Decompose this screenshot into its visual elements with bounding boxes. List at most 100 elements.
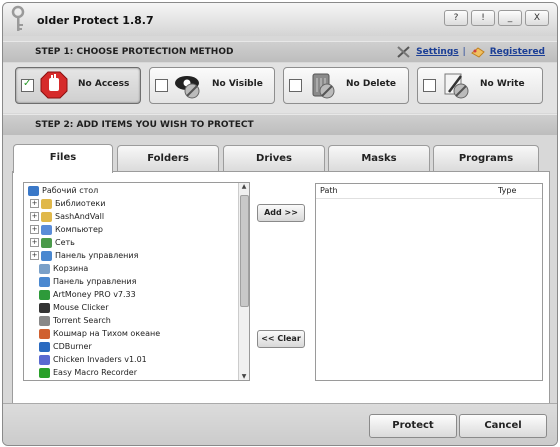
tree-item-label: Torrent Search — [53, 316, 111, 325]
mouse-icon — [39, 302, 50, 313]
tree-item[interactable]: ArtMoney PRO v7.33 — [26, 288, 249, 301]
close-button[interactable]: X — [525, 10, 549, 26]
tree-item-label: Компьютер — [55, 225, 103, 234]
tree-item[interactable]: Кошмар на Тихом океане — [26, 327, 249, 340]
torrent-icon — [39, 315, 50, 326]
no-visible-icon — [175, 76, 200, 99]
cdburner-icon — [39, 341, 50, 352]
protection-methods: No Access No Visible No Delete — [3, 63, 557, 113]
tab-files[interactable]: Files — [13, 144, 113, 173]
expand-toggle[interactable]: + — [30, 225, 39, 234]
tree-item[interactable]: Easy Macro Recorder — [26, 366, 249, 379]
tree-item[interactable]: + Панель управления — [26, 249, 249, 262]
add-button[interactable]: Add >> — [257, 204, 305, 222]
desktop-icon — [28, 185, 39, 196]
no-access-checkbox[interactable] — [21, 78, 34, 92]
scroll-thumb[interactable] — [240, 195, 249, 307]
step2-bar: STEP 2: ADD ITEMS YOU WISH TO PROTECT — [3, 114, 557, 135]
registered-icon — [470, 47, 485, 58]
expand-toggle — [30, 317, 37, 324]
tab-folders[interactable]: Folders — [117, 145, 219, 172]
control-panel-icon — [41, 250, 52, 261]
tree-item-label: Mouse Clicker — [53, 303, 109, 312]
tree-item[interactable]: CDBurner — [26, 340, 249, 353]
scroll-down-arrow[interactable]: ▼ — [240, 373, 248, 380]
artmoney-icon — [39, 289, 50, 300]
tree-item[interactable]: + Сеть — [26, 236, 249, 249]
expand-toggle — [30, 343, 37, 350]
no-delete-icon — [312, 73, 335, 99]
tree-item[interactable]: + SashAndVall — [26, 210, 249, 223]
expand-toggle[interactable]: + — [30, 199, 39, 208]
step1-bar: STEP 1: CHOOSE PROTECTION METHOD Setting… — [3, 41, 557, 62]
step2-label: STEP 2: ADD ITEMS YOU WISH TO PROTECT — [35, 120, 254, 130]
tree-item-label: Рабочий стол — [42, 186, 99, 195]
tree-item[interactable]: Панель управления — [26, 275, 249, 288]
scroll-up-arrow[interactable]: ▲ — [240, 183, 248, 190]
cancel-button[interactable]: Cancel — [459, 414, 547, 438]
tree-item[interactable]: + Библиотеки — [26, 197, 249, 210]
no-delete-checkbox[interactable] — [289, 79, 302, 92]
tree-item-label: Easy Macro Recorder — [53, 368, 138, 377]
tree-item-label: Корзина — [53, 264, 89, 273]
column-path[interactable]: Path — [320, 186, 338, 195]
method-no-access[interactable]: No Access — [15, 67, 141, 104]
method-no-write[interactable]: No Write — [417, 67, 543, 104]
about-button[interactable]: ! — [471, 10, 495, 26]
expand-toggle[interactable]: + — [30, 238, 39, 247]
no-write-label: No Write — [480, 79, 525, 89]
user-folder-icon — [41, 211, 52, 222]
recycle-bin-icon — [39, 263, 50, 274]
tree-item-label: Chicken Invaders v1.01 — [53, 355, 147, 364]
column-type[interactable]: Type — [498, 186, 516, 195]
file-tree[interactable]: Рабочий стол + Библиотеки + SashAndVall + Комп… — [23, 182, 250, 381]
app-window: older Protect 1.8.7 ? ! _ X STEP 1: CHOO… — [2, 2, 558, 446]
clear-button[interactable]: << Clear — [257, 330, 305, 348]
link-separator: | — [462, 47, 466, 57]
tree-item[interactable]: Mouse Clicker — [26, 301, 249, 314]
library-icon — [41, 198, 52, 209]
tree-item-label: ArtMoney PRO v7.33 — [53, 290, 136, 299]
tab-programs[interactable]: Programs — [433, 145, 539, 172]
tree-item[interactable]: Chicken Invaders v1.01 — [26, 353, 249, 366]
game-icon — [39, 328, 50, 339]
key-icon — [11, 5, 25, 31]
help-button[interactable]: ? — [444, 10, 468, 26]
registered-link[interactable]: Registered — [490, 47, 545, 57]
method-no-visible[interactable]: No Visible — [149, 67, 275, 104]
no-visible-label: No Visible — [212, 79, 263, 89]
tree-item-label: CDBurner — [53, 342, 92, 351]
no-write-checkbox[interactable] — [423, 79, 436, 92]
computer-icon — [41, 224, 52, 235]
tools-icon — [397, 46, 410, 58]
title-bar: older Protect 1.8.7 ? ! _ X — [3, 3, 557, 36]
expand-toggle — [30, 278, 37, 285]
expand-toggle — [30, 356, 37, 363]
no-access-label: No Access — [78, 79, 130, 89]
minimize-button[interactable]: _ — [498, 10, 522, 26]
tab-masks[interactable]: Masks — [328, 145, 430, 172]
network-icon — [41, 237, 52, 248]
tree-item[interactable]: Корзина — [26, 262, 249, 275]
method-no-delete[interactable]: No Delete — [283, 67, 409, 104]
macro-icon — [39, 367, 50, 378]
expand-toggle — [30, 330, 37, 337]
expand-toggle — [30, 304, 37, 311]
expand-toggle — [30, 291, 37, 298]
protected-items-list[interactable]: Path Type — [315, 183, 543, 381]
tab-drives[interactable]: Drives — [223, 145, 325, 172]
expand-toggle[interactable]: + — [30, 251, 39, 260]
tree-scrollbar[interactable]: ▲ ▼ — [238, 183, 249, 380]
control-panel-icon — [39, 276, 50, 287]
protect-button[interactable]: Protect — [369, 414, 457, 438]
tree-item[interactable]: Torrent Search — [26, 314, 249, 327]
no-visible-checkbox[interactable] — [155, 79, 168, 92]
step1-label: STEP 1: CHOOSE PROTECTION METHOD — [35, 47, 234, 57]
tree-item-label: Кошмар на Тихом океане — [53, 329, 161, 338]
settings-link[interactable]: Settings — [416, 47, 458, 57]
expand-toggle[interactable]: + — [30, 212, 39, 221]
no-write-icon — [444, 73, 469, 99]
tree-item[interactable]: Рабочий стол — [26, 184, 249, 197]
tree-item-label: Панель управления — [53, 277, 137, 286]
tree-item[interactable]: + Компьютер — [26, 223, 249, 236]
